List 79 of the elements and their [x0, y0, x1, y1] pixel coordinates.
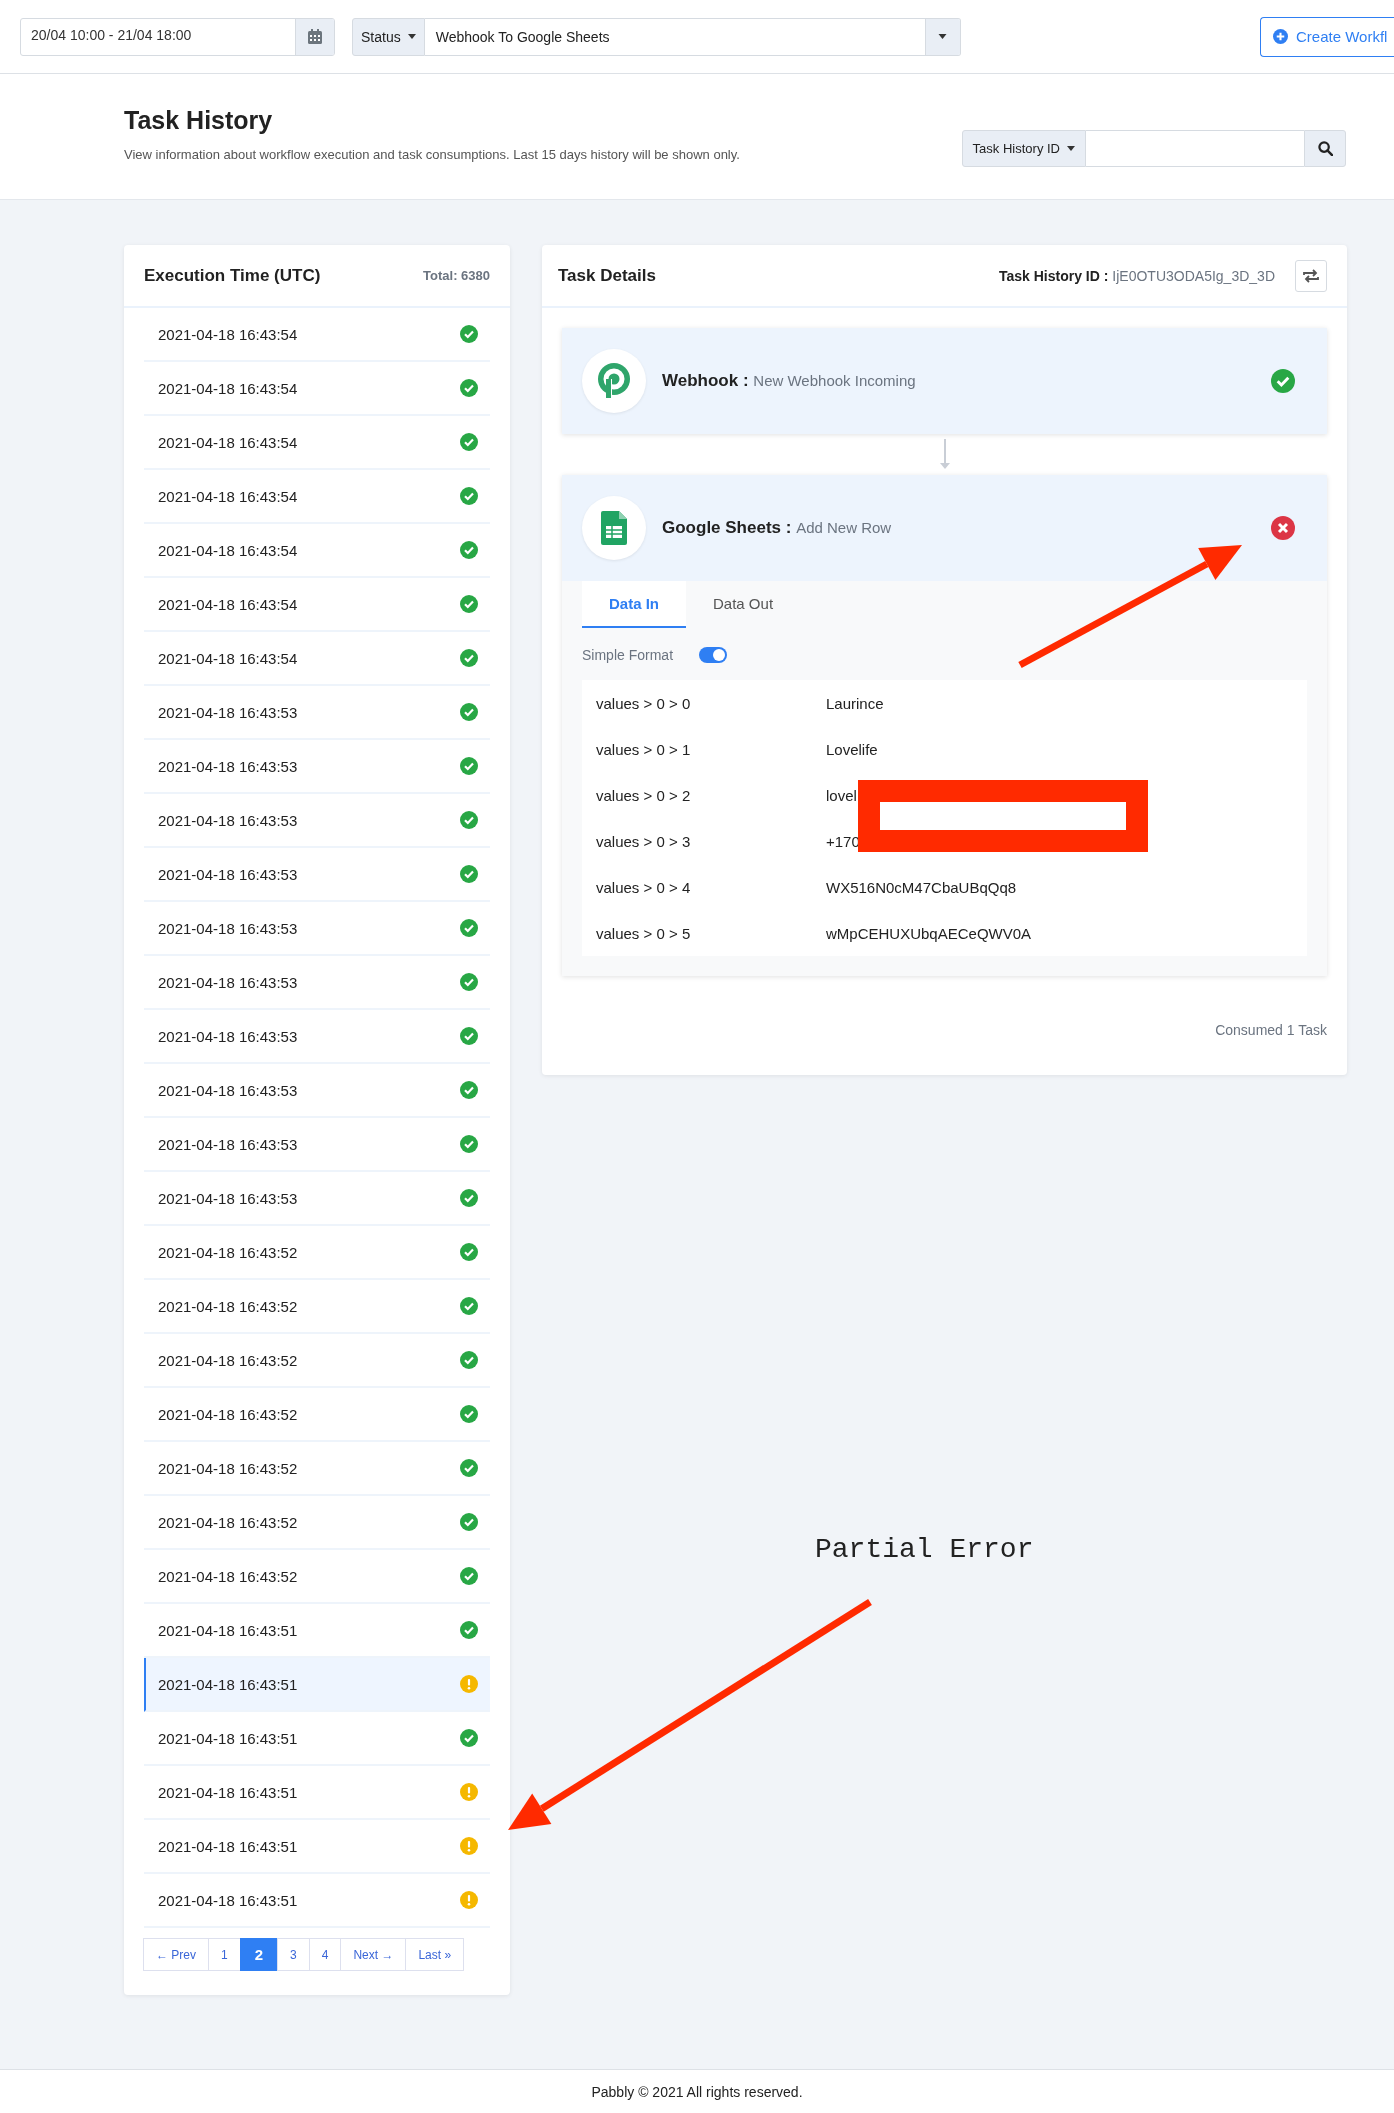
date-range-field[interactable]: 20/04 10:00 - 21/04 18:00 — [20, 17, 335, 56]
total-count: Total: 6380 — [423, 268, 490, 283]
execution-row[interactable]: 2021-04-18 16:43:53 — [144, 902, 490, 956]
plus-circle-icon — [1273, 29, 1288, 44]
swap-button[interactable] — [1295, 259, 1327, 292]
workflow-select[interactable]: Webhook To Google Sheets — [424, 17, 961, 56]
task-id-value: IjE0OTU3ODA5Ig_3D_3D — [1112, 267, 1275, 284]
execution-row[interactable]: 2021-04-18 16:43:51 — [144, 1820, 490, 1874]
field-value: lovel — [826, 786, 858, 804]
execution-row[interactable]: 2021-04-18 16:43:54 — [144, 632, 490, 686]
search-field[interactable] — [1086, 130, 1304, 167]
execution-row[interactable]: 2021-04-18 16:43:53 — [144, 1118, 490, 1172]
execution-row[interactable]: 2021-04-18 16:43:51 — [144, 1874, 490, 1928]
page-title: Task History — [124, 106, 274, 135]
annotation-text: Partial Error — [815, 1534, 1034, 1565]
execution-row[interactable]: 2021-04-18 16:43:52 — [144, 1442, 490, 1496]
tab[interactable]: Data In — [582, 581, 686, 628]
caret-icon — [407, 34, 416, 39]
execution-row[interactable]: 2021-04-18 16:43:53 — [144, 794, 490, 848]
execution-row[interactable]: 2021-04-18 16:43:53 — [144, 1010, 490, 1064]
execution-row[interactable]: 2021-04-18 16:43:54 — [144, 578, 490, 632]
execution-row[interactable]: 2021-04-18 16:43:52 — [144, 1388, 490, 1442]
execution-row[interactable]: 2021-04-18 16:43:51 — [144, 1712, 490, 1766]
page-subtitle: View information about workflow execution and task consumptions. Last 15 days history will be shown only. — [124, 147, 741, 162]
pagination-button[interactable]: 1 — [208, 1938, 241, 1971]
field-value: Lovelife — [826, 740, 879, 758]
execution-row[interactable]: 2021-04-18 16:43:52 — [144, 1280, 490, 1334]
field-key: values > 0 > 4 — [596, 878, 826, 896]
execution-row[interactable]: 2021-04-18 16:43:52 — [144, 1496, 490, 1550]
search-type-dropdown[interactable]: Task History ID — [961, 130, 1086, 167]
spreadsheet-icon — [601, 511, 627, 545]
pagination-button[interactable]: 3 — [277, 1938, 310, 1971]
panel-title: Execution Time (UTC) — [144, 265, 321, 286]
field-key: values > 0 > 3 — [596, 832, 826, 850]
execution-row[interactable]: 2021-04-18 16:43:54 — [144, 362, 490, 416]
search-button[interactable] — [1304, 130, 1346, 167]
step-title: Webhook : New Webhook Incoming — [662, 371, 917, 391]
field-key: values > 0 > 2 — [596, 786, 826, 804]
execution-row[interactable]: 2021-04-18 16:43:54 — [144, 416, 490, 470]
footer-copyright: Pabbly © 2021 All rights reserved. — [591, 2083, 803, 2100]
execution-row[interactable]: 2021-04-18 16:43:53 — [144, 740, 490, 794]
app-logo-icon — [597, 363, 631, 399]
execution-row[interactable]: 2021-04-18 16:43:51 — [144, 1658, 490, 1712]
panel-title: Task Details — [558, 265, 657, 286]
execution-row[interactable]: 2021-04-18 16:43:51 — [144, 1766, 490, 1820]
pagination-button[interactable]: ← Prev — [143, 1938, 209, 1971]
pagination-button[interactable]: Last » — [405, 1938, 465, 1971]
execution-row[interactable]: 2021-04-18 16:43:52 — [144, 1226, 490, 1280]
consumed-tasks: Consumed 1 Task — [1214, 1022, 1327, 1038]
field-key: values > 0 > 1 — [596, 740, 826, 758]
task-id-label: Task History ID : — [998, 267, 1109, 284]
field-key: values > 0 > 5 — [596, 924, 826, 942]
execution-row[interactable]: 2021-04-18 16:43:53 — [144, 686, 490, 740]
execution-row[interactable]: 2021-04-18 16:43:53 — [144, 1172, 490, 1226]
toggle-label: Simple Format — [582, 647, 674, 663]
tab[interactable]: Data Out — [686, 581, 801, 628]
execution-row[interactable]: 2021-04-18 16:43:52 — [144, 1334, 490, 1388]
calendar-icon — [308, 29, 322, 44]
execution-row[interactable]: 2021-04-18 16:43:52 — [144, 1550, 490, 1604]
execution-row[interactable]: 2021-04-18 16:43:53 — [144, 956, 490, 1010]
status-dropdown[interactable]: Status — [352, 17, 425, 56]
search-icon — [1317, 141, 1333, 156]
toggle-switch[interactable] — [699, 647, 728, 663]
swap-icon — [1302, 267, 1320, 284]
field-value: Laurince — [826, 694, 885, 712]
create-workflow-button[interactable]: Create Workfl — [1260, 16, 1394, 57]
execution-row[interactable]: 2021-04-18 16:43:54 — [144, 470, 490, 524]
field-key: values > 0 > 0 — [596, 694, 826, 712]
pagination-button[interactable]: Next → — [340, 1938, 407, 1971]
caret-icon — [938, 34, 948, 39]
execution-row[interactable]: 2021-04-18 16:43:54 — [144, 524, 490, 578]
step-title: Google Sheets : Add New Row — [662, 518, 893, 538]
execution-row[interactable]: 2021-04-18 16:43:53 — [144, 848, 490, 902]
caret-icon — [1067, 146, 1075, 151]
field-value: WX516N0cM47CbaUBqQq8 — [826, 878, 1018, 896]
field-value: wMpCEHUXUbqAECeQWV0A — [826, 924, 1033, 942]
execution-row[interactable]: 2021-04-18 16:43:53 — [144, 1064, 490, 1118]
connector-arrow — [938, 438, 951, 471]
execution-row[interactable]: 2021-04-18 16:43:54 — [144, 308, 490, 362]
